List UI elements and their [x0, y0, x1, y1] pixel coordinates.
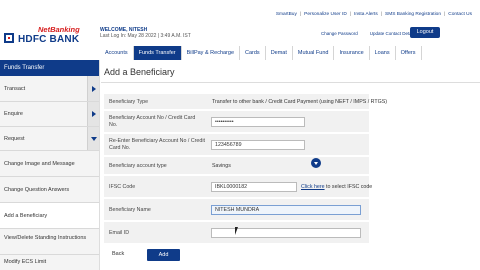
sidebar-item-label: Add a Beneficiary — [4, 213, 48, 219]
chevron-down-icon[interactable] — [87, 127, 99, 150]
sidebar-item-enquire[interactable]: Enquire — [0, 102, 99, 127]
ifsc-helper: Click here to select IFSC code — [301, 184, 372, 190]
row-beneficiary-name: Beneficiary Name NITESH MUNDRA — [104, 199, 369, 221]
logo-netbanking: NetBanking — [38, 25, 80, 34]
sidebar-item-label: Change Question Answers — [4, 187, 70, 193]
top-link-contact[interactable]: Contact Us — [448, 12, 472, 17]
beneficiary-name-input[interactable]: NITESH MUNDRA — [211, 205, 361, 215]
sidebar-item-ecs-limit[interactable]: Modify ECS Limit — [0, 255, 99, 270]
nav-funds-transfer[interactable]: Funds Transfer — [133, 46, 182, 60]
sidebar-item-transact[interactable]: Transact — [0, 76, 99, 102]
row-account-type: Beneficiary account type Savings — [104, 157, 369, 175]
chevron-right-icon[interactable] — [87, 102, 99, 126]
page-title: Add a Beneficiary — [104, 67, 175, 77]
sidebar-item-label: View/Delete Standing Instructions — [4, 235, 87, 241]
sidebar-item-label: Modify ECS Limit — [4, 259, 47, 265]
row-reenter-account: Re-Enter Beneficiary Account No / Credit… — [104, 134, 369, 156]
nav-mutual-fund[interactable]: Mutual Fund — [292, 46, 335, 60]
top-links: SmartBuy | Personalize User ID | Insta Ale… — [275, 12, 472, 17]
chevron-down-icon[interactable] — [311, 158, 321, 168]
sidebar-title: Funds Transfer — [0, 60, 99, 76]
change-password-link[interactable]: Change Password — [321, 31, 358, 36]
beneficiary-type-value: Transfer to other bank / Credit Card Pay… — [212, 99, 388, 105]
sidebar: Funds Transfer Transact Enquire Request … — [0, 60, 100, 270]
sidebar-item-change-image[interactable]: Change Image and Message — [0, 151, 99, 177]
email-input[interactable] — [211, 228, 361, 238]
nav-cards[interactable]: Cards — [240, 46, 266, 60]
nav-billpay[interactable]: BillPay & Recharge — [181, 46, 241, 60]
sidebar-item-label: Enquire — [4, 111, 23, 117]
logout-button[interactable]: Logout — [410, 27, 440, 38]
sidebar-item-add-beneficiary[interactable]: Add a Beneficiary — [0, 203, 99, 229]
sidebar-item-label: Request — [4, 136, 25, 142]
sidebar-item-request[interactable]: Request — [0, 127, 99, 151]
ifsc-label: IFSC Code — [109, 184, 136, 190]
reenter-account-label: Re-Enter Beneficiary Account No / Credit… — [109, 138, 205, 151]
sidebar-item-standing-instructions[interactable]: View/Delete Standing Instructions — [0, 229, 99, 255]
ifsc-click-here-link[interactable]: Click here — [301, 184, 325, 190]
nav-insurance[interactable]: Insurance — [334, 46, 370, 60]
welcome-block: WELCOME, NITESH Last Log In: May 28 2022… — [100, 27, 191, 39]
account-number-input[interactable]: •••••••••• — [211, 117, 305, 127]
sidebar-item-label: Transact — [4, 86, 26, 92]
sidebar-item-label: Change Image and Message — [4, 161, 75, 167]
hdfc-logo-icon — [4, 33, 14, 43]
title-divider — [101, 82, 480, 83]
mouse-cursor-icon — [235, 227, 241, 235]
row-account-number: Beneficiary Account No / Credit Card No.… — [104, 111, 369, 133]
top-link-sms-banking[interactable]: SMS Banking Registration — [385, 12, 441, 17]
main-nav: Accounts Funds Transfer BillPay & Rechar… — [100, 46, 422, 60]
nav-offers[interactable]: Offers — [395, 46, 422, 60]
sidebar-item-change-questions[interactable]: Change Question Answers — [0, 177, 99, 203]
email-label: Email ID — [109, 230, 130, 236]
ifsc-hint-text: to select IFSC code — [324, 184, 373, 190]
row-beneficiary-type: Beneficiary Type Transfer to other bank … — [104, 94, 387, 110]
beneficiary-name-label: Beneficiary Name — [109, 207, 151, 213]
nav-accounts[interactable]: Accounts — [100, 46, 134, 60]
main-content: Add a Beneficiary Beneficiary Type Trans… — [101, 60, 480, 270]
reenter-account-input[interactable]: 123456789 — [211, 140, 305, 150]
nav-loans[interactable]: Loans — [369, 46, 396, 60]
account-number-label: Beneficiary Account No / Credit Card No. — [109, 115, 196, 128]
nav-demat[interactable]: Demat — [265, 46, 293, 60]
last-login-text: Last Log In: May 28 2022 | 3:49 A.M. IST — [100, 33, 191, 39]
ifsc-input[interactable]: IBKL0000182 — [211, 182, 297, 192]
account-type-select[interactable]: Savings — [212, 163, 231, 169]
top-link-personalize[interactable]: Personalize User ID — [304, 12, 347, 17]
logo-text: HDFC BANK — [18, 34, 80, 45]
account-links: Change Password Update Contact Details — [321, 31, 416, 36]
top-link-smartbuy[interactable]: SmartBuy — [276, 12, 297, 17]
top-link-insta-alerts[interactable]: Insta Alerts — [354, 12, 378, 17]
chevron-right-icon[interactable] — [87, 76, 99, 101]
add-button[interactable]: Add — [147, 249, 180, 261]
back-button[interactable]: Back — [112, 251, 124, 257]
beneficiary-type-label: Beneficiary Type — [109, 99, 149, 105]
row-ifsc: IFSC Code IBKL0000182 Click here to sele… — [104, 176, 372, 198]
account-type-label: Beneficiary account type — [109, 163, 167, 169]
